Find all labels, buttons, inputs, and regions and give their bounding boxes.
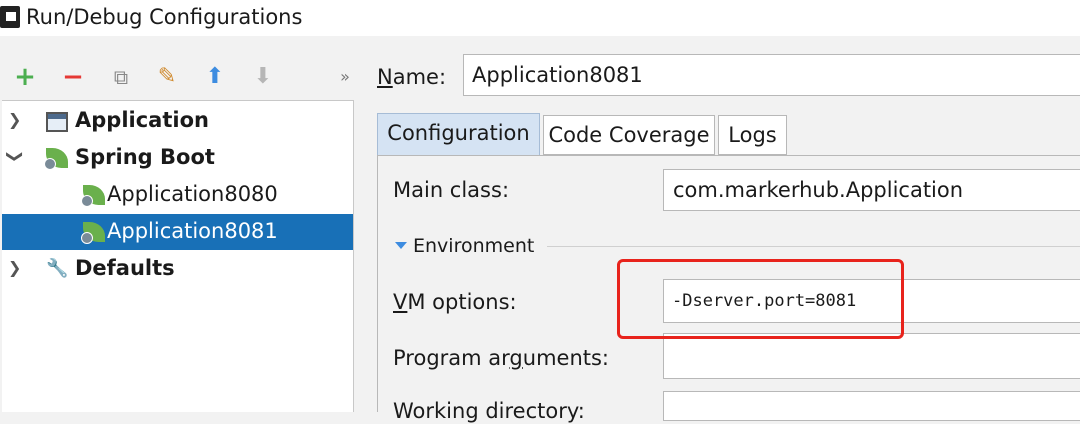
tree-item-label: Application8080 [107,182,278,206]
intellij-app-icon [0,6,20,28]
section-divider [547,246,1080,247]
tree-item-application[interactable]: ❯ Application [2,103,353,139]
move-up-button[interactable]: ⬆ [202,62,228,92]
spring-boot-icon [81,222,105,244]
run-badge-icon [81,232,93,244]
working-directory-input[interactable] [663,391,1080,421]
move-down-button[interactable]: ⬇ [250,62,276,92]
tree-item-application8080[interactable]: Application8080 [2,177,353,213]
main-class-label: Main class: [393,178,510,202]
working-directory-label: Working directory: [393,399,585,423]
tab-configuration[interactable]: Configuration [377,113,540,155]
name-label: Name: [377,65,447,89]
chevron-right-icon[interactable]: ❯ [8,110,21,129]
program-arguments-label: Program arguments: [393,346,610,370]
collapse-triangle-icon[interactable] [395,242,407,249]
spring-boot-icon [44,148,68,170]
add-configuration-button[interactable]: + [12,62,38,92]
configuration-tree[interactable]: ❯ Application ❯ Spring Boot Application8… [2,100,354,412]
copy-configuration-button[interactable]: ⧉ [108,62,134,92]
tab-code-coverage[interactable]: Code Coverage [543,115,715,155]
annotation-highlight-box [617,259,904,339]
edit-defaults-button[interactable]: ✎ [154,62,180,92]
name-input[interactable]: Application8081 [463,54,1080,96]
chevron-down-icon[interactable]: ❯ [6,150,25,163]
tree-item-spring-boot[interactable]: ❯ Spring Boot [2,140,353,176]
chevron-right-icon[interactable]: ❯ [8,258,21,277]
application-icon [46,112,68,132]
run-badge-icon [81,195,93,207]
environment-section-label[interactable]: Environment [413,234,534,258]
run-badge-icon [44,158,56,170]
tree-item-label: Defaults [75,256,175,280]
main-class-input[interactable]: com.markerhub.Application [663,169,1080,211]
program-arguments-input[interactable] [663,333,1080,379]
wrench-icon: 🔧 [46,258,69,279]
more-actions-button[interactable]: » [332,62,358,92]
remove-configuration-button[interactable]: − [60,62,86,92]
tree-item-label: Application8081 [107,219,278,243]
vm-options-label: VM options: [393,290,517,314]
title-bar: Run/Debug Configurations [0,0,1080,36]
tree-item-label: Application [75,108,209,132]
tree-item-application8081[interactable]: Application8081 [2,214,353,250]
spring-boot-icon [81,185,105,207]
tab-logs[interactable]: Logs [718,115,787,155]
tree-item-label: Spring Boot [75,145,215,169]
tree-item-defaults[interactable]: ❯ 🔧 Defaults [2,251,353,287]
window-title: Run/Debug Configurations [26,5,303,29]
